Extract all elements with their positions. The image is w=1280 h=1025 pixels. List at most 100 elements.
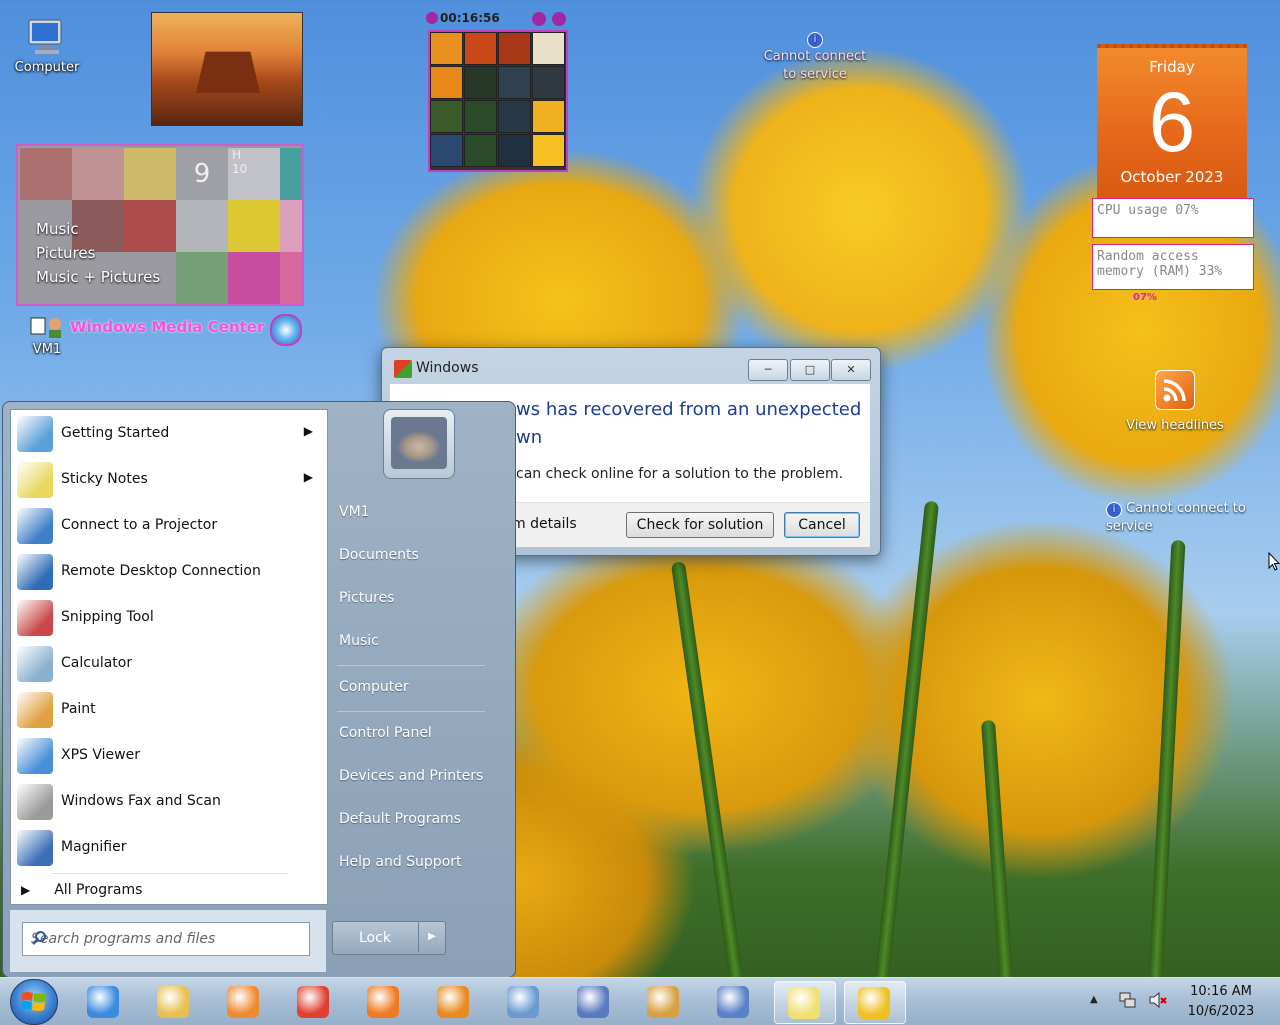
start-right-item[interactable]: Computer [339, 679, 409, 695]
start-program-item[interactable]: Remote Desktop Connection [11, 550, 327, 594]
taskbar-app-button[interactable] [354, 981, 414, 1022]
puzzle-tile[interactable] [464, 66, 497, 99]
tulip-stem [1148, 539, 1186, 981]
info-icon: i [1106, 502, 1122, 518]
submenu-arrow-icon[interactable]: ▶ [304, 470, 313, 484]
taskbar-app-button[interactable] [214, 981, 274, 1022]
media-tile [20, 148, 72, 200]
puzzle-tile[interactable] [430, 100, 463, 133]
all-programs-button[interactable]: ▶ All Programs [21, 882, 142, 898]
feed-headlines-gadget[interactable]: View headlines [1120, 370, 1230, 433]
taskbar-app-button[interactable] [704, 981, 764, 1022]
puzzle-tile[interactable] [464, 134, 497, 167]
start-program-item[interactable]: Sticky Notes ▶ [11, 458, 327, 502]
minimize-button[interactable]: ─ [748, 359, 788, 381]
start-program-item[interactable]: Windows Fax and Scan [11, 780, 327, 824]
start-program-item[interactable]: Getting Started ▶ [11, 412, 327, 456]
start-program-item[interactable]: Calculator [11, 642, 327, 686]
taskbar-app-button[interactable] [634, 981, 694, 1022]
volume-muted-icon[interactable] [1148, 991, 1168, 1009]
cpu-meter: CPU usage 07% [1092, 198, 1254, 238]
puzzle-tile[interactable] [498, 100, 531, 133]
calendar-month: October 2023 [1120, 168, 1224, 186]
media-tile [280, 200, 302, 252]
start-right-item[interactable]: Devices and Printers [339, 768, 483, 784]
kitten-picture [391, 417, 447, 469]
puzzle-tile[interactable] [498, 134, 531, 167]
network-icon[interactable] [1118, 991, 1136, 1009]
puzzle-tile[interactable] [532, 66, 565, 99]
program-icon [17, 738, 53, 774]
start-program-item[interactable]: Paint [11, 688, 327, 732]
currency-notice-text: Cannot connect to service [1106, 501, 1246, 534]
remote-desktop-icon [717, 986, 749, 1018]
show-hidden-icons-button[interactable]: ▲ [1090, 994, 1098, 1005]
media-menu-pictures[interactable]: Pictures [36, 244, 160, 262]
lock-button[interactable]: Lock ▶ [332, 921, 446, 955]
dialog-heading: ws has recovered from an unexpected wn [516, 396, 861, 452]
start-right-item[interactable]: Default Programs [339, 811, 461, 827]
start-button[interactable] [10, 979, 58, 1025]
puzzle-tile[interactable] [532, 32, 565, 65]
show-details-toggle[interactable]: m details [512, 516, 577, 532]
program-icon [17, 462, 53, 498]
taskbar-app-button[interactable] [74, 981, 134, 1022]
puzzle-shuffle-icon[interactable] [552, 12, 566, 26]
program-icon [17, 554, 53, 590]
close-button[interactable]: ✕ [831, 359, 871, 381]
media-menu-music-pictures[interactable]: Music + Pictures [36, 268, 160, 286]
slideshow-gadget[interactable] [151, 12, 303, 126]
puzzle-help-icon[interactable] [532, 12, 546, 26]
start-separator [337, 711, 485, 712]
start-program-item[interactable]: Snipping Tool [11, 596, 327, 640]
start-program-item[interactable]: Connect to a Projector [11, 504, 327, 548]
chrome-icon [297, 986, 329, 1018]
cancel-button[interactable]: Cancel [784, 512, 860, 538]
check-for-solution-button[interactable]: Check for solution [626, 512, 774, 538]
puzzle-tile[interactable] [430, 134, 463, 167]
puzzle-tile[interactable] [532, 134, 565, 167]
puzzle-tile[interactable] [430, 32, 463, 65]
taskbar-app-button[interactable] [424, 981, 484, 1022]
start-right-item[interactable]: VM1 [339, 504, 370, 520]
start-right-item[interactable]: Music [339, 633, 379, 649]
puzzle-tile[interactable] [532, 100, 565, 133]
calendar-day: Friday [1149, 58, 1195, 76]
taskbar-app-button[interactable] [844, 981, 906, 1024]
start-right-item[interactable]: Pictures [339, 590, 394, 606]
puzzle-tile[interactable] [498, 66, 531, 99]
puzzle-tile[interactable] [430, 66, 463, 99]
taskbar-app-button[interactable] [284, 981, 344, 1022]
program-icon [17, 830, 53, 866]
calendar-gadget[interactable]: Friday 6 October 2023 [1097, 44, 1247, 200]
windows-logo-icon[interactable] [270, 314, 302, 346]
taskbar-app-button[interactable] [774, 981, 836, 1024]
puzzle-tile[interactable] [498, 32, 531, 65]
media-menu-music[interactable]: Music [36, 220, 160, 238]
taskbar-app-button[interactable] [564, 981, 624, 1022]
start-right-item[interactable]: Documents [339, 547, 419, 563]
all-programs-arrow-icon: ▶ [21, 883, 31, 897]
start-program-item[interactable]: XPS Viewer [11, 734, 327, 778]
search-input[interactable]: Search programs and files [22, 922, 310, 956]
media-center-gadget[interactable]: 9 H 10 Music Pictures Music + Pictures [16, 144, 304, 306]
submenu-arrow-icon[interactable]: ▶ [304, 424, 313, 438]
computer-desktop-icon[interactable]: Computer [10, 18, 84, 75]
picture-puzzle-gadget[interactable] [428, 30, 568, 172]
taskbar-app-button[interactable] [144, 981, 204, 1022]
start-program-item[interactable]: Magnifier [11, 826, 327, 870]
media-tile [176, 252, 228, 304]
maximize-button[interactable]: □ [790, 359, 830, 381]
landscape-image [196, 51, 260, 93]
program-label: Magnifier [61, 839, 127, 855]
taskbar-app-button[interactable] [494, 981, 554, 1022]
taskbar-clock[interactable]: 10:16 AM 10/6/2023 [1184, 982, 1258, 1022]
lock-options-arrow[interactable]: ▶ [418, 922, 445, 952]
start-right-item[interactable]: Help and Support [339, 854, 462, 870]
media-center-title[interactable]: Windows Media Center [70, 318, 264, 336]
start-right-item[interactable]: Control Panel [339, 725, 432, 741]
start-separator [337, 665, 485, 666]
user-avatar[interactable] [383, 409, 455, 479]
puzzle-tile[interactable] [464, 32, 497, 65]
puzzle-tile[interactable] [464, 100, 497, 133]
